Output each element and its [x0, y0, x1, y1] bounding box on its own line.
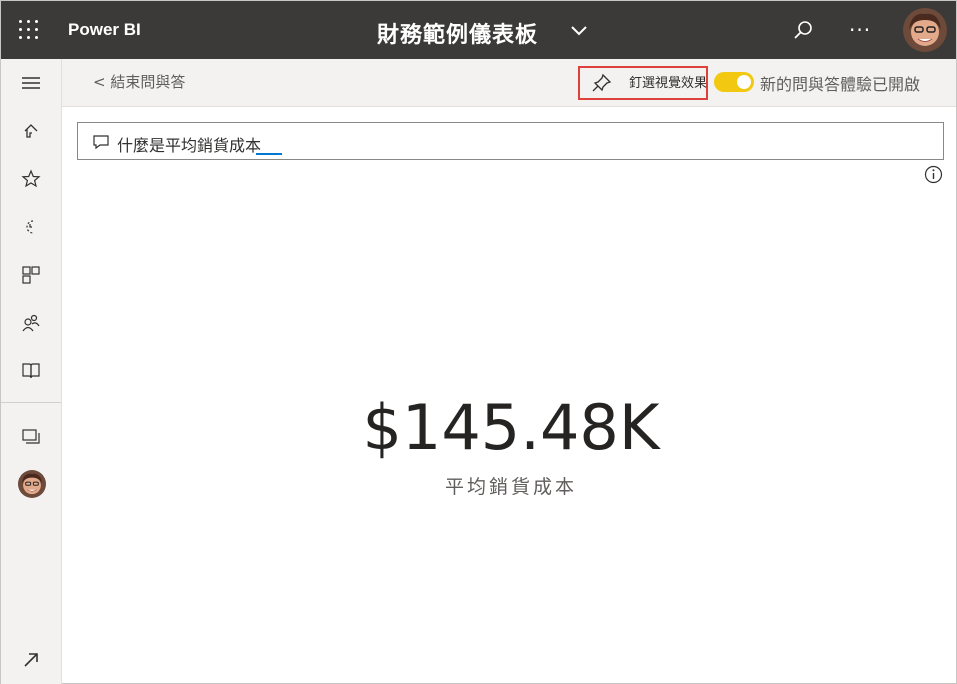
- nav-divider: [1, 402, 61, 403]
- pin-icon[interactable]: [591, 73, 613, 93]
- app-launcher-waffle-icon[interactable]: [19, 20, 39, 40]
- favorites-star-icon[interactable]: [15, 163, 47, 195]
- kpi-value: $145.48K: [362, 391, 660, 464]
- pin-visual-label[interactable]: 釘選視覺效果: [629, 72, 707, 91]
- expand-arrow-icon[interactable]: [15, 644, 47, 676]
- command-bar: < 結束問與答 釘選視覺效果 新的問與答體驗已開啟: [62, 59, 956, 107]
- workspaces-icon[interactable]: [15, 421, 47, 453]
- left-navigation: [1, 59, 62, 684]
- avatar[interactable]: [903, 8, 947, 52]
- brand-name[interactable]: Power BI: [68, 20, 141, 40]
- learn-book-icon[interactable]: [15, 355, 47, 387]
- chevron-down-icon[interactable]: [569, 22, 589, 40]
- comment-icon: [92, 134, 110, 150]
- workspace-avatar[interactable]: [18, 470, 46, 498]
- recent-clock-icon[interactable]: [15, 211, 47, 243]
- new-qa-toggle-label: 新的問與答體驗已開啟: [760, 75, 921, 94]
- toggle-knob: [737, 75, 751, 89]
- exit-qa-link[interactable]: < 結束問與答: [93, 71, 185, 92]
- qa-query-text[interactable]: 什麼是平均銷貨成本: [117, 132, 261, 156]
- dashboard-title[interactable]: 財務範例儀表板: [377, 17, 538, 49]
- more-options-button[interactable]: ···: [849, 18, 871, 42]
- power-bi-window: Power BI 財務範例儀表板 ··· < 結束問與答 釘選視覺效果 新的問與…: [0, 0, 957, 684]
- info-icon[interactable]: [924, 165, 943, 184]
- home-icon[interactable]: [15, 115, 47, 147]
- kpi-label: 平均銷貨成本: [444, 476, 577, 498]
- qa-search-input[interactable]: 什麼是平均銷貨成本: [77, 122, 944, 160]
- new-qa-toggle[interactable]: [714, 72, 754, 92]
- menu-icon[interactable]: [15, 67, 47, 99]
- spellcheck-underline: [256, 153, 282, 155]
- shared-with-me-icon[interactable]: [15, 307, 47, 339]
- search-icon[interactable]: [791, 18, 815, 42]
- apps-icon[interactable]: [15, 259, 47, 291]
- top-bar: Power BI 財務範例儀表板 ···: [1, 1, 956, 59]
